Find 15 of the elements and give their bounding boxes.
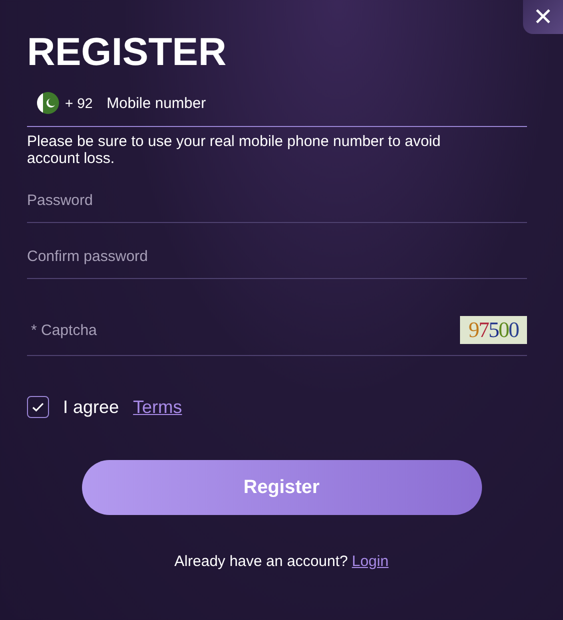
agree-checkbox[interactable]: [27, 396, 49, 418]
flag-icon: [37, 92, 59, 114]
mobile-number-field[interactable]: Mobile number: [106, 94, 306, 112]
terms-link[interactable]: Terms: [133, 396, 182, 418]
confirm-password-field[interactable]: Confirm password: [27, 235, 527, 279]
login-link[interactable]: Login: [352, 553, 389, 570]
phone-hint: Please be sure to use your real mobile phone number to avoid account loss.: [27, 133, 442, 167]
captcha-field[interactable]: * Captcha: [31, 315, 460, 345]
page-title: REGISTER: [27, 30, 228, 76]
captcha-image[interactable]: 97500: [460, 316, 527, 344]
password-field[interactable]: Password: [27, 179, 527, 223]
country-code[interactable]: + 92: [65, 95, 93, 111]
close-button[interactable]: ✕: [523, 0, 563, 34]
login-prompt: Already have an account?: [174, 553, 348, 570]
agree-label: I agree: [63, 396, 120, 418]
